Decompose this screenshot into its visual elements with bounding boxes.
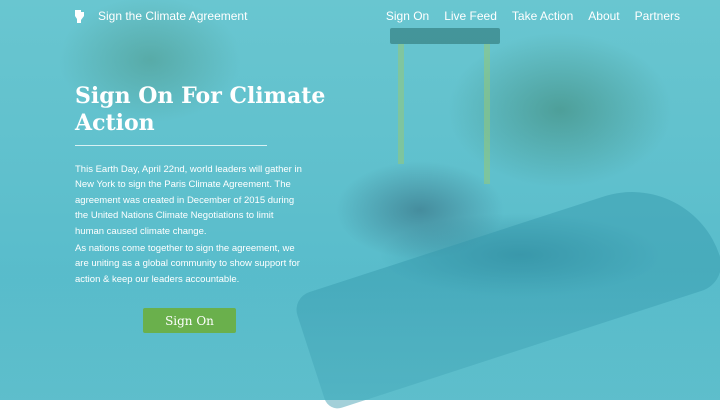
hero-paragraph-1: This Earth Day, April 22nd, world leader… <box>75 164 302 237</box>
brand[interactable]: Sign the Climate Agreement <box>72 7 247 25</box>
headline-divider <box>75 145 267 146</box>
nav-partners[interactable]: Partners <box>635 7 680 25</box>
brand-title: Sign the Climate Agreement <box>98 9 248 23</box>
hero-paragraph-2: As nations come together to sign the agr… <box>75 243 300 285</box>
nav-sign-on[interactable]: Sign On <box>386 7 429 25</box>
playground-pole <box>398 44 404 164</box>
hero-headline: Sign On For Climate Action <box>75 83 326 136</box>
playground-pole <box>484 44 490 184</box>
sign-on-button[interactable]: Sign On <box>143 308 236 333</box>
nav-take-action[interactable]: Take Action <box>512 7 573 25</box>
raised-fist-icon <box>75 10 84 23</box>
nav-live-feed[interactable]: Live Feed <box>444 7 497 25</box>
nav-about[interactable]: About <box>588 7 619 25</box>
site-header: Sign the Climate Agreement Sign On Live … <box>0 0 720 32</box>
main-nav: Sign On Live Feed Take Action About Part… <box>386 7 680 25</box>
ground <box>0 270 720 400</box>
